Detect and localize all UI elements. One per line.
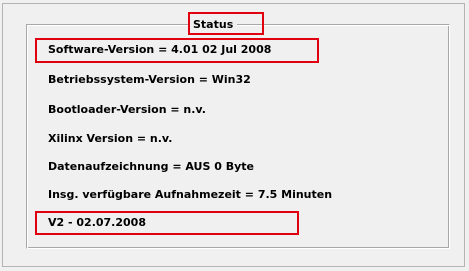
bootloader-version-text: Bootloader-Version = n.v. bbox=[48, 103, 206, 116]
available-recording-time-text: Insg. verfügbare Aufnahmezeit = 7.5 Minu… bbox=[48, 188, 333, 201]
os-version-text: Betriebssystem-Version = Win32 bbox=[48, 73, 251, 86]
xilinx-version-text: Xilinx Version = n.v. bbox=[48, 132, 173, 145]
build-version-text: V2 - 02.07.2008 bbox=[48, 216, 146, 229]
recording-status-text: Datenaufzeichnung = AUS 0 Byte bbox=[48, 160, 254, 173]
status-title: Status bbox=[189, 15, 238, 34]
software-version-text: Software-Version = 4.01 02 Jul 2008 bbox=[48, 43, 272, 56]
status-panel: Status Software-Version = 4.01 02 Jul 20… bbox=[2, 3, 465, 267]
